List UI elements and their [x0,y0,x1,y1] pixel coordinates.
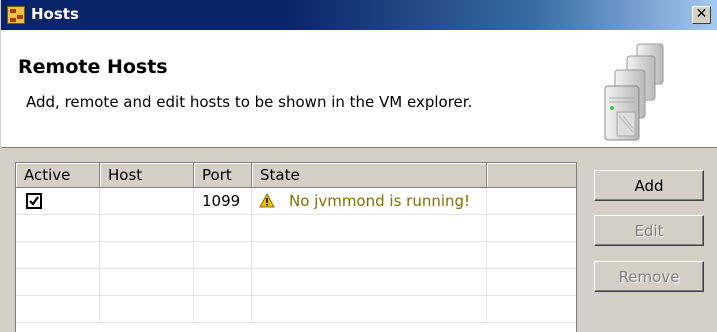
edit-button[interactable]: Edit [594,215,704,246]
hosts-app-icon [7,6,25,24]
header-banner: Remote Hosts Add, remote and edit hosts … [1,30,717,148]
column-header-extra[interactable] [487,163,576,188]
table-row-empty [16,296,576,323]
column-header-host[interactable]: Host [100,163,194,188]
hosts-table: Active Host Port State 1099 No jvmmond i… [15,162,577,332]
close-button[interactable]: ✕ [692,6,711,24]
column-header-state[interactable]: State [252,163,487,188]
table-row-empty [16,242,576,269]
remove-button[interactable]: Remove [594,261,704,292]
add-button[interactable]: Add [594,170,704,201]
host-cell[interactable] [100,188,194,215]
extra-cell [487,188,576,215]
table-row-empty [16,215,576,242]
column-header-active[interactable]: Active [16,163,100,188]
server-stack-icon [604,43,664,141]
table-row[interactable]: 1099 No jvmmond is running! [16,188,576,215]
port-cell[interactable]: 1099 [194,188,252,215]
page-title: Remote Hosts [18,56,168,78]
warning-icon [259,193,275,208]
close-icon: ✕ [695,6,708,22]
active-checkbox[interactable] [26,193,42,209]
window-title: Hosts [31,5,79,23]
table-row-empty [16,269,576,296]
column-header-port[interactable]: Port [194,163,252,188]
hosts-dialog: Hosts ✕ Remote Hosts Add, remote and edi… [0,0,717,332]
page-description: Add, remote and edit hosts to be shown i… [26,93,473,111]
table-header: Active Host Port State [16,163,576,188]
state-text: No jvmmond is running! [289,192,471,210]
title-bar: Hosts ✕ [1,0,717,30]
state-cell[interactable]: No jvmmond is running! [252,188,487,215]
active-cell[interactable] [16,188,100,215]
